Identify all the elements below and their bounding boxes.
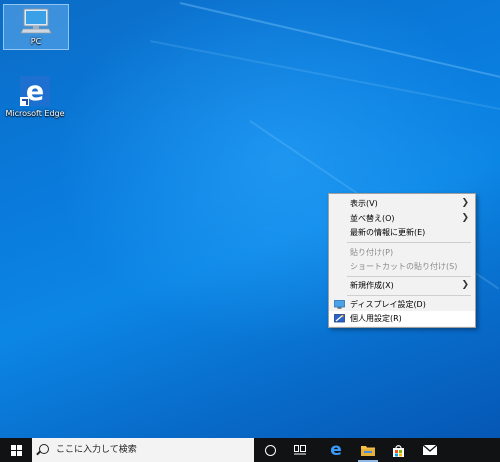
mail-icon: [423, 445, 437, 455]
menu-item-view[interactable]: 表示(V) ❯: [329, 196, 475, 211]
menu-separator: [347, 242, 471, 243]
desktop-icon-label: Microsoft Edge: [5, 109, 65, 118]
search-icon: [39, 444, 49, 454]
desktop-icon-label: PC: [30, 37, 42, 46]
desktop-icon-pc[interactable]: PC: [3, 4, 69, 50]
search-placeholder: ここに入力して検索: [56, 445, 137, 455]
cortana-button[interactable]: [258, 438, 282, 462]
computer-icon: [20, 8, 52, 34]
task-view-button[interactable]: [288, 438, 312, 462]
menu-item-label: ディスプレイ設定(D): [350, 300, 426, 309]
menu-item-label: 貼り付け(P): [350, 248, 394, 257]
menu-item-new[interactable]: 新規作成(X) ❯: [329, 278, 475, 293]
menu-item-paste-shortcut: ショートカットの貼り付け(S): [329, 259, 475, 274]
menu-item-display-settings[interactable]: ディスプレイ設定(D): [329, 297, 475, 312]
menu-item-sort[interactable]: 並べ替え(O) ❯: [329, 211, 475, 226]
file-explorer-icon: [361, 446, 375, 456]
display-settings-icon: [334, 300, 345, 309]
menu-item-label: 新規作成(X): [350, 281, 394, 290]
edge-icon: e: [330, 439, 342, 460]
menu-item-label: 個人用設定(R): [350, 314, 402, 323]
task-view-icon: [294, 445, 306, 455]
menu-separator: [347, 276, 471, 277]
wallpaper-light-beam: [149, 40, 500, 115]
cortana-icon: [264, 444, 276, 456]
taskbar: ここに入力して検索 e: [0, 438, 500, 462]
menu-separator: [347, 295, 471, 296]
edge-icon: e: [20, 76, 50, 106]
personalize-icon: [334, 314, 345, 323]
menu-item-label: 最新の情報に更新(E): [350, 228, 426, 237]
menu-item-refresh[interactable]: 最新の情報に更新(E): [329, 225, 475, 240]
context-menu: 表示(V) ❯ 並べ替え(O) ❯ 最新の情報に更新(E) 貼り付け(P) ショ…: [328, 193, 476, 328]
taskbar-app-file-explorer[interactable]: [354, 438, 382, 462]
taskbar-app-store[interactable]: [384, 438, 412, 462]
menu-item-paste: 貼り付け(P): [329, 245, 475, 260]
desktop-icon-microsoft-edge[interactable]: e Microsoft Edge: [3, 74, 67, 120]
menu-item-label: ショートカットの貼り付け(S): [350, 262, 458, 271]
taskbar-search-box[interactable]: ここに入力して検索: [32, 438, 254, 462]
desktop[interactable]: PC e Microsoft Edge 表示(V) ❯ 並べ替え(O) ❯ 最新…: [0, 0, 500, 438]
taskbar-app-edge[interactable]: e: [322, 438, 350, 462]
wallpaper-light-beam: [179, 2, 500, 85]
shortcut-arrow-icon: [20, 97, 29, 106]
chevron-right-icon: ❯: [461, 198, 469, 208]
start-button[interactable]: [0, 438, 32, 462]
store-icon: [392, 444, 404, 457]
chevron-right-icon: ❯: [461, 280, 469, 290]
menu-item-label: 並べ替え(O): [350, 214, 395, 223]
windows-logo-icon: [10, 444, 22, 456]
menu-item-label: 表示(V): [350, 199, 378, 208]
chevron-right-icon: ❯: [461, 213, 469, 223]
taskbar-app-mail[interactable]: [416, 438, 444, 462]
menu-item-personalize[interactable]: 個人用設定(R): [329, 311, 475, 326]
